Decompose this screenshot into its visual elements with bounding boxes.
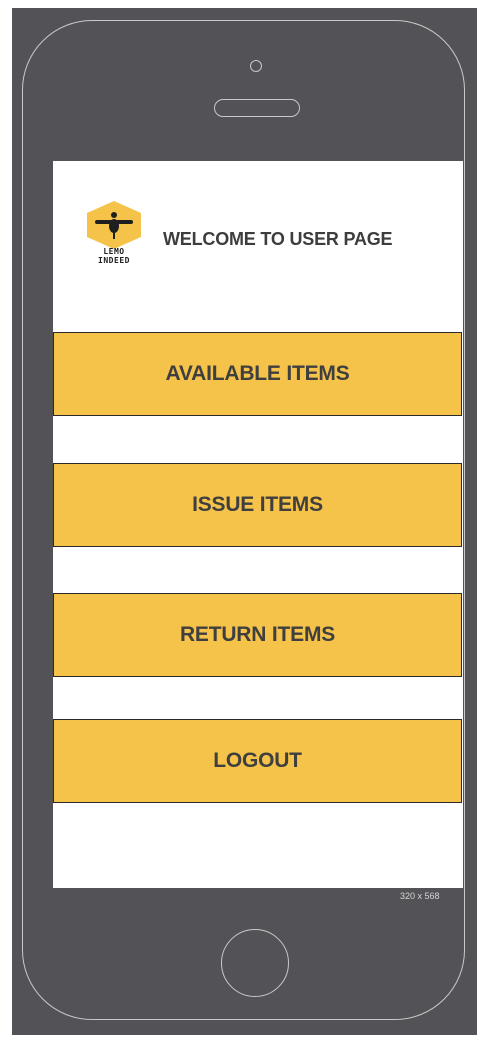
page-title: WELCOME TO USER PAGE xyxy=(163,229,393,249)
phone-mockup-frame: LEMO INDEED WELCOME TO USER PAGE AVAILAB… xyxy=(12,8,477,1035)
issue-items-button[interactable]: ISSUE ITEMS xyxy=(53,463,462,547)
speaker-slot-icon xyxy=(214,99,300,117)
issue-items-label: ISSUE ITEMS xyxy=(192,493,323,516)
return-items-label: RETURN ITEMS xyxy=(179,623,336,646)
available-items-button[interactable]: AVAILABLE ITEMS xyxy=(53,332,462,416)
page: LEMO INDEED WELCOME TO USER PAGE AVAILAB… xyxy=(0,0,491,1041)
available-items-label: AVAILABLE ITEMS xyxy=(165,362,350,385)
logout-button[interactable]: LOGOUT xyxy=(53,719,462,803)
home-button-icon[interactable] xyxy=(221,929,289,997)
phone-screen: LEMO INDEED WELCOME TO USER PAGE AVAILAB… xyxy=(53,161,463,888)
logo-text-line1: LEMO xyxy=(103,247,125,256)
screen-size-label: 320 x 568 xyxy=(400,891,440,901)
return-items-button[interactable]: RETURN ITEMS xyxy=(53,593,462,677)
logo-text-line2: INDEED xyxy=(98,256,130,265)
front-camera-icon xyxy=(250,60,262,72)
header: LEMO INDEED WELCOME TO USER PAGE xyxy=(53,161,463,311)
logout-label: LOGOUT xyxy=(213,749,302,772)
